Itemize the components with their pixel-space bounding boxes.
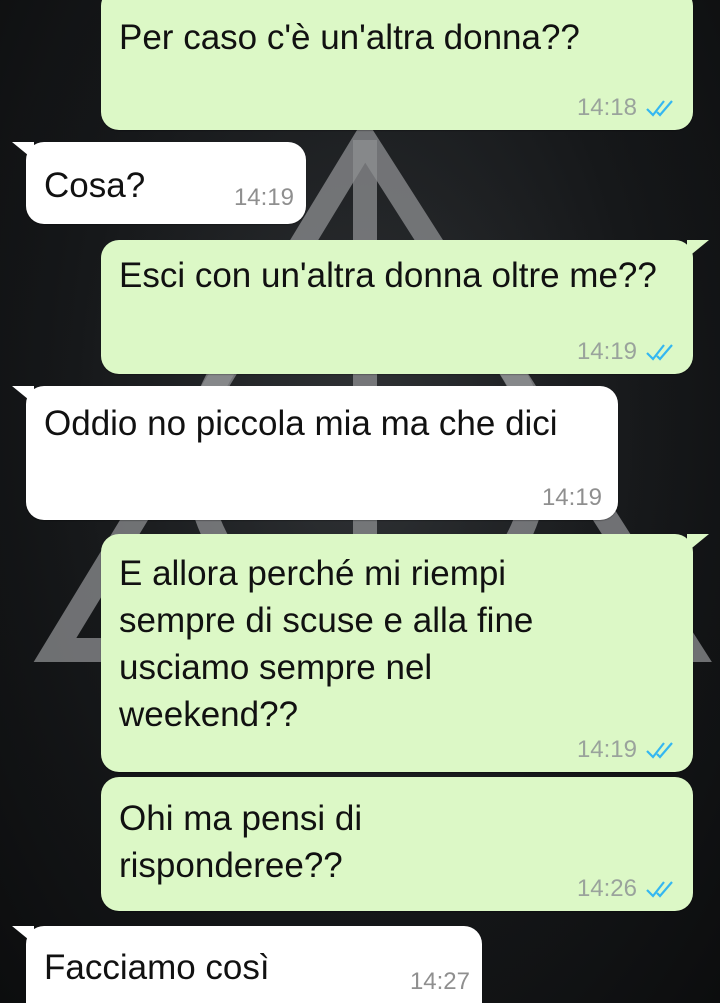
bubble-tail: [687, 240, 709, 258]
message-text: Ohi ma pensi di risponderee??: [119, 799, 363, 885]
message-time: 14:19: [541, 484, 602, 511]
message-time: 14:19: [576, 338, 637, 365]
message-bubble-incoming[interactable]: Oddio no piccola mia ma che dici 14:19: [12, 386, 618, 520]
message-time: 14:19: [576, 736, 637, 763]
bubble-tail: [687, 534, 709, 552]
message-text: Esci con un'altra donna oltre me??: [119, 256, 657, 295]
double-check-read-icon: [646, 742, 673, 759]
bubble-tail: [12, 926, 34, 944]
double-check-read-icon: [646, 344, 673, 361]
message-time: 14:27: [409, 968, 470, 995]
message-meta: 14:19: [577, 738, 677, 762]
message-time: 14:26: [576, 875, 637, 902]
message-text: Per caso c'è un'altra donna??: [119, 18, 580, 57]
message-time: 14:19: [233, 184, 294, 211]
double-check-read-icon: [646, 881, 673, 898]
bubble-tail: [12, 142, 34, 160]
message-meta: 14:18: [577, 96, 677, 120]
message-bubble-outgoing[interactable]: Per caso c'è un'altra donna?? 14:18: [101, 0, 693, 130]
message-bubble-outgoing[interactable]: Ohi ma pensi di risponderee?? 14:26: [101, 777, 693, 911]
message-bubble-incoming[interactable]: Facciamo così 14:27: [12, 926, 482, 1003]
message-bubble-outgoing[interactable]: E allora perché mi riempi sempre di scus…: [101, 534, 709, 772]
bubble-tail: [12, 386, 34, 404]
message-text: Oddio no piccola mia ma che dici: [44, 404, 558, 443]
message-bubble-outgoing[interactable]: Esci con un'altra donna oltre me?? 14:19: [101, 240, 709, 374]
double-check-read-icon: [646, 100, 673, 117]
message-bubble-incoming[interactable]: Cosa? 14:19: [12, 142, 306, 224]
message-meta: 14:19: [234, 186, 294, 210]
message-time: 14:18: [576, 94, 637, 121]
message-text: E allora perché mi riempi sempre di scus…: [119, 554, 534, 734]
message-meta: 14:19: [577, 340, 677, 364]
message-meta: 14:19: [542, 486, 602, 510]
message-meta: 14:27: [410, 970, 470, 994]
message-meta: 14:26: [577, 877, 677, 901]
